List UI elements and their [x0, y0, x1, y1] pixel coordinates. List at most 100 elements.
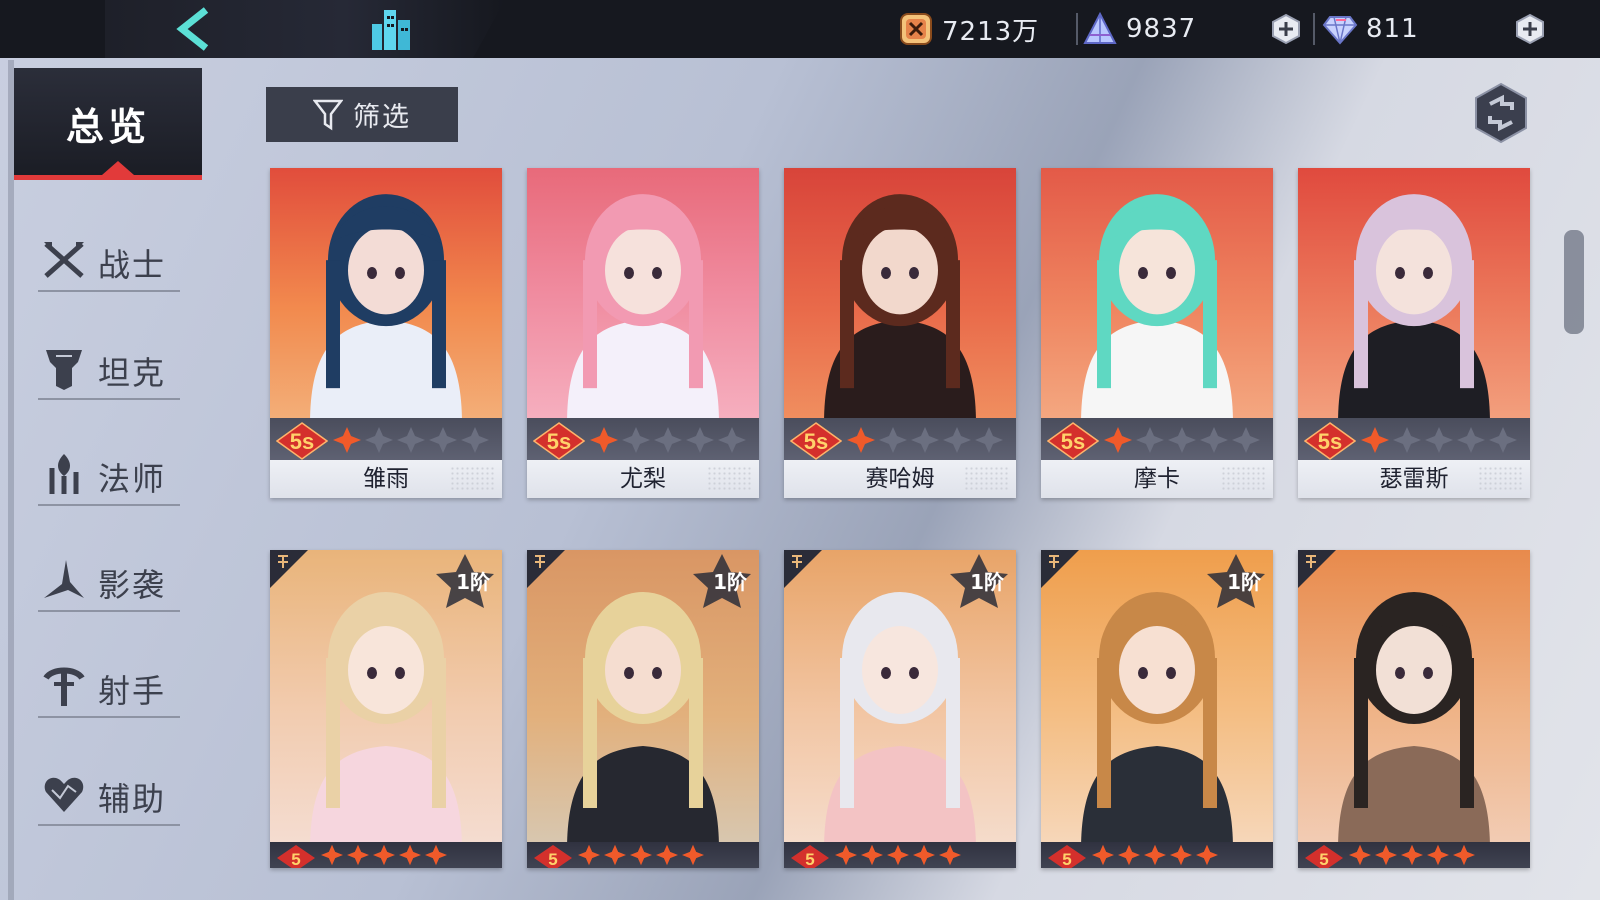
- star-icon: [1425, 427, 1453, 453]
- hero-card[interactable]: 5s 雏雨: [270, 168, 502, 498]
- star-icon: [425, 844, 447, 866]
- star-bar: 5: [1298, 842, 1530, 868]
- hero-art: [1298, 550, 1530, 850]
- blade-icon: [44, 560, 84, 598]
- divider: [38, 716, 180, 718]
- scrollbar[interactable]: [1564, 230, 1584, 334]
- crystal-pyramid-icon: [1083, 11, 1117, 44]
- sidebar-item-label: 法师: [98, 460, 167, 498]
- hero-card[interactable]: 5s 赛哈姆: [784, 168, 1016, 498]
- hero-portrait: [310, 194, 462, 424]
- city-button[interactable]: [368, 6, 414, 52]
- gold-counter: 7213万: [898, 8, 1039, 50]
- sword-icon: [44, 242, 84, 278]
- grade-badge-icon: 5: [791, 845, 829, 868]
- sidebar-item-assassin[interactable]: 影袭: [38, 546, 180, 612]
- hero-card[interactable]: 1阶 5: [527, 550, 759, 868]
- star-icon: [1104, 427, 1132, 453]
- star-icon: [1361, 427, 1389, 453]
- star-icon: [461, 427, 489, 453]
- hero-portrait: [1338, 592, 1490, 850]
- hero-name: 赛哈姆: [865, 466, 935, 492]
- star-bar: 5s: [1041, 418, 1273, 460]
- star-icon: [1092, 844, 1114, 866]
- add-gem-button[interactable]: [1514, 13, 1546, 45]
- back-button[interactable]: [172, 6, 220, 52]
- tab-overview[interactable]: 总览: [14, 68, 202, 180]
- sidebar-item-mage[interactable]: 法师: [38, 440, 180, 506]
- bow-icon: [43, 667, 85, 706]
- sidebar-edge: [8, 60, 14, 900]
- star-icon: [1232, 427, 1260, 453]
- sidebar-item-support[interactable]: 辅助: [38, 760, 180, 826]
- star-icon: [1118, 844, 1140, 866]
- star-icon: [1168, 427, 1196, 453]
- gem-amount: 811: [1366, 14, 1419, 44]
- divider: [38, 504, 180, 506]
- faction-emblem-icon: [1041, 550, 1079, 588]
- star-icon: [911, 427, 939, 453]
- rank-label: 1阶: [713, 570, 747, 594]
- hero-card[interactable]: 5: [1298, 550, 1530, 868]
- svg-text:5s: 5s: [1061, 429, 1085, 454]
- gold-amount: 7213万: [942, 16, 1040, 47]
- divider: [1076, 13, 1078, 45]
- add-crystal-button[interactable]: [1270, 13, 1302, 45]
- hero-card[interactable]: 1阶 5: [270, 550, 502, 868]
- star-icon: [975, 427, 1003, 453]
- star-rating: [1360, 426, 1518, 454]
- hero-art: [1298, 168, 1530, 424]
- grade-badge-icon: 5s: [790, 422, 842, 460]
- star-bar: 5: [270, 842, 502, 868]
- sidebar-item-tank[interactable]: 坦克: [38, 334, 180, 400]
- back-arrow-icon: [176, 7, 209, 51]
- divider: [38, 610, 180, 612]
- star-icon: [1170, 844, 1192, 866]
- plus-icon: [1516, 13, 1544, 45]
- hero-card[interactable]: 1阶 5: [784, 550, 1016, 868]
- rank-label: 1阶: [456, 570, 490, 594]
- filter-button[interactable]: 筛选: [266, 87, 458, 142]
- rank-label: 1阶: [970, 570, 1004, 594]
- hero-portrait: [567, 194, 719, 424]
- diamond-icon: [1322, 16, 1358, 45]
- star-bar: 5: [784, 842, 1016, 868]
- grade-badge-icon: 5s: [1304, 422, 1356, 460]
- sidebar-item-label: 战士: [98, 246, 167, 284]
- star-icon: [861, 844, 883, 866]
- star-icon: [429, 427, 457, 453]
- hero-card[interactable]: 1阶 5: [1041, 550, 1273, 868]
- star-icon: [365, 427, 393, 453]
- sidebar-item-marksman[interactable]: 射手: [38, 652, 180, 718]
- svg-text:5s: 5s: [547, 429, 571, 454]
- faction-emblem-icon: [784, 550, 822, 588]
- grade-badge-icon: 5: [1048, 845, 1086, 868]
- decorative-dots: [1478, 466, 1522, 492]
- star-rating: [846, 426, 1004, 454]
- star-bar: 5s: [270, 418, 502, 460]
- star-rating: [320, 844, 448, 866]
- funnel-icon: [313, 99, 343, 130]
- divider: [38, 398, 180, 400]
- switch-view-button[interactable]: [1470, 82, 1532, 144]
- decorative-dots: [450, 466, 494, 492]
- star-icon: [1144, 844, 1166, 866]
- star-icon: [1375, 844, 1397, 866]
- star-rating: [1348, 844, 1476, 866]
- hero-name-bar: 摩卡: [1041, 460, 1273, 498]
- faction-emblem-icon: [527, 550, 565, 588]
- hero-art: [270, 168, 502, 424]
- star-rating: [1103, 426, 1261, 454]
- rank-badge: 1阶: [948, 552, 1010, 610]
- hero-name-bar: 赛哈姆: [784, 460, 1016, 498]
- sidebar-item-warrior[interactable]: 战士: [38, 226, 180, 292]
- star-icon: [654, 427, 682, 453]
- star-icon: [1136, 427, 1164, 453]
- svg-text:5s: 5s: [1318, 429, 1342, 454]
- svg-text:5: 5: [291, 850, 300, 868]
- hero-card[interactable]: 5s 瑟雷斯: [1298, 168, 1530, 498]
- hero-card[interactable]: 5s 摩卡: [1041, 168, 1273, 498]
- star-icon: [1489, 427, 1517, 453]
- hero-card[interactable]: 5s 尤梨: [527, 168, 759, 498]
- rank-label: 1阶: [1227, 570, 1261, 594]
